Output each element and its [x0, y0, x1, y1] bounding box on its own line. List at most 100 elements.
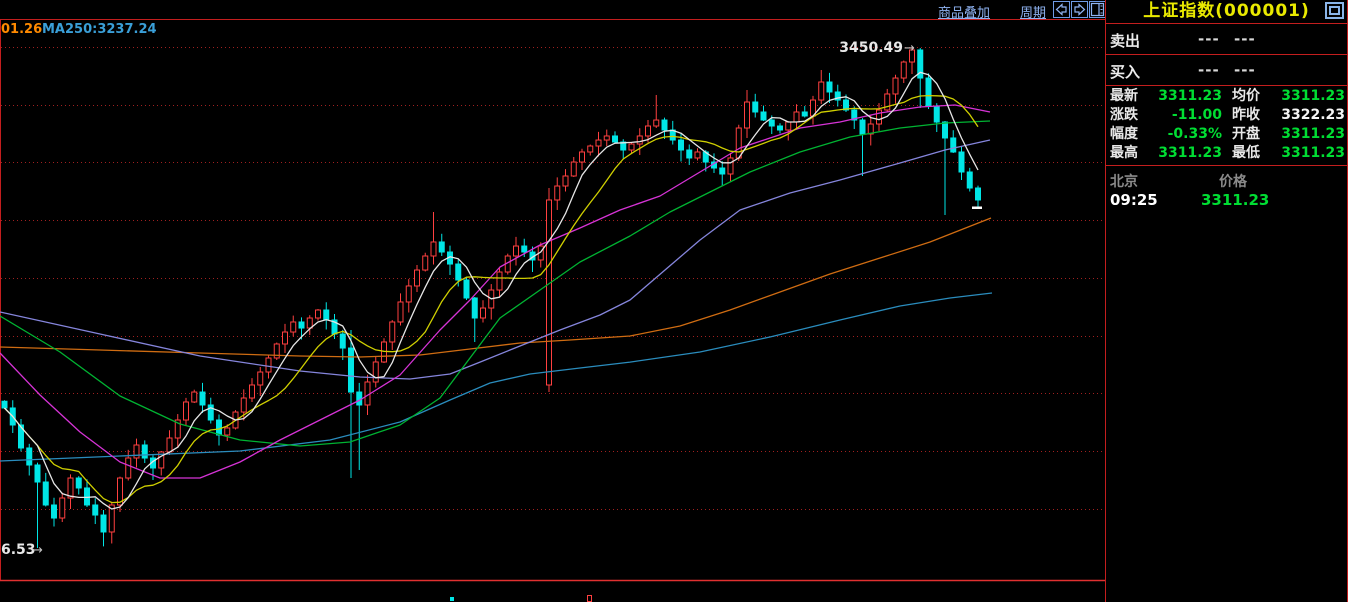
toolbar-divider [0, 19, 1105, 20]
candle-body [423, 256, 428, 270]
candle-body [687, 150, 692, 158]
peak-arrow-icon: → [904, 41, 915, 56]
candle-body [184, 402, 189, 420]
quote-value: 3311.23 [1270, 125, 1347, 144]
ma-line-ma20 [0, 105, 990, 478]
candle-body [390, 322, 395, 342]
candle-body [877, 110, 882, 124]
candle-body [431, 242, 436, 256]
low-arrow-icon: → [32, 543, 43, 558]
candle-body [456, 264, 461, 280]
candle-body [142, 445, 147, 458]
candle-body [522, 246, 527, 252]
candle-body [736, 128, 741, 158]
candle-body [101, 515, 106, 532]
scroll-left-icon[interactable] [1053, 1, 1070, 18]
candle-body [563, 176, 568, 186]
candle-body [241, 398, 246, 412]
candle-body [266, 358, 271, 372]
candle-body [819, 82, 824, 100]
candle-body [250, 385, 255, 398]
candle-body [662, 120, 667, 130]
tick-list: 09:253311.23 [1106, 190, 1347, 212]
candle-body [76, 478, 81, 488]
candle-body [637, 136, 642, 144]
restore-window-icon[interactable] [1325, 2, 1344, 19]
candle-body [786, 122, 791, 130]
tick-time-header: 北京 [1110, 171, 1138, 191]
sell-row: 卖出 --- --- [1106, 24, 1347, 55]
candle-body [695, 152, 700, 158]
candle-body [827, 82, 832, 92]
volume-stub-up [588, 596, 592, 602]
candle-body [340, 334, 345, 348]
candle-body [60, 498, 65, 518]
candle-body [373, 362, 378, 382]
candle-body [951, 138, 956, 152]
candle-body [93, 505, 98, 515]
candle-body [959, 152, 964, 172]
candle-body [291, 322, 296, 332]
ma-line-ma120 [0, 218, 991, 357]
candle-body [753, 102, 758, 112]
candle-body [604, 136, 609, 140]
sell-price-placeholder: --- [1198, 30, 1220, 48]
candle-body [967, 172, 972, 188]
candle-body [415, 270, 420, 286]
layout-panel-icon[interactable] [1089, 1, 1106, 18]
tick-price-header: 价格 [1219, 171, 1247, 191]
candle-body [778, 126, 783, 130]
tick-list-header: 北京 价格 [1106, 166, 1347, 190]
ma-line-ma250 [0, 293, 992, 461]
quote-label: 开盘 [1222, 125, 1270, 144]
candle-body [258, 372, 263, 385]
candle-body [679, 140, 684, 150]
quote-label: 均价 [1222, 87, 1270, 106]
quote-label: 最低 [1222, 144, 1270, 163]
candle-body [357, 392, 362, 405]
candle-body [35, 465, 40, 482]
low-price-label: 6.53 [1, 542, 36, 558]
candle-body [934, 106, 939, 122]
candle-body [52, 505, 57, 518]
candle-body [514, 246, 519, 256]
candle-body [2, 401, 7, 408]
candle-body [299, 322, 304, 328]
buy-price-placeholder: --- [1198, 61, 1220, 79]
chart-toolbar: 商品叠加 周期 [0, 0, 1105, 19]
quote-value: 3311.23 [1154, 144, 1222, 163]
quote-value: 3322.23 [1270, 106, 1347, 125]
candle-body [200, 392, 205, 405]
quote-value: 3311.23 [1270, 87, 1347, 106]
candle-body [769, 120, 774, 126]
sell-volume-placeholder: --- [1234, 30, 1256, 48]
candle-body [745, 102, 750, 128]
candle-body [27, 448, 32, 465]
candle-body [283, 332, 288, 344]
candle-body [439, 242, 444, 252]
scroll-right-icon[interactable] [1071, 1, 1088, 18]
trading-terminal: 3450.49→6.53→01.26MA250:3237.24 商品叠加 周期 … [0, 0, 1348, 602]
candle-body [794, 112, 799, 122]
candle-body [324, 310, 329, 320]
candle-body [728, 158, 733, 174]
quote-row: 幅度-0.33%开盘3311.23 [1106, 125, 1347, 144]
last-price-dash [972, 207, 982, 210]
tick-time: 09:25 [1110, 191, 1158, 209]
candle-body [555, 186, 560, 200]
candle-body [580, 152, 585, 162]
candlestick-chart[interactable]: 3450.49→6.53→01.26MA250:3237.24 [0, 0, 1105, 602]
quote-row: 最高3311.23最低3311.23 [1106, 144, 1347, 163]
quote-row: 最新3311.23均价3311.23 [1106, 87, 1347, 106]
candle-body [761, 112, 766, 120]
candle-body [316, 310, 321, 318]
buy-volume-placeholder: --- [1234, 61, 1256, 79]
candle-body [126, 458, 131, 478]
candle-body [613, 136, 618, 142]
quote-label: 最高 [1106, 144, 1154, 163]
quote-panel: 上证指数(000001) 卖出 --- --- 买入 --- --- 最新331… [1105, 0, 1348, 602]
candle-body [497, 272, 502, 290]
candle-body [646, 126, 651, 136]
buy-row: 买入 --- --- [1106, 55, 1347, 86]
candle-body [901, 62, 906, 78]
